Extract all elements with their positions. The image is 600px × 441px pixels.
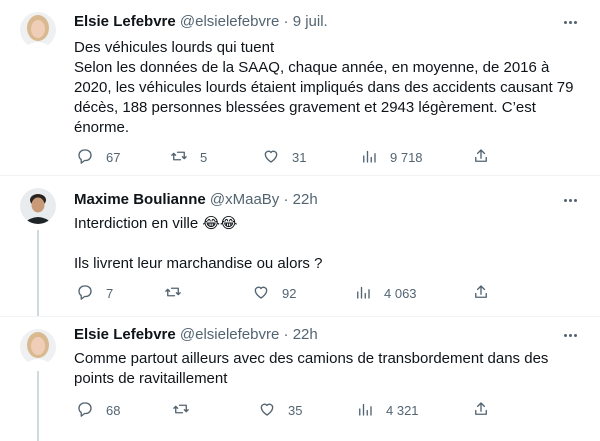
reply-button[interactable]: 7 [76, 284, 113, 304]
like-count: 31 [292, 150, 307, 165]
author-name[interactable]: Maxime Boulianne [74, 191, 206, 208]
like-count: 35 [288, 403, 303, 418]
reply-button[interactable]: 68 [76, 401, 120, 421]
share-icon [472, 147, 490, 170]
tweet-header: Maxime Boulianne @xMaaBy · 22h [74, 190, 318, 210]
avatar[interactable] [20, 329, 56, 365]
retweet-button[interactable] [172, 401, 190, 421]
heart-icon [252, 283, 270, 306]
tweet-actions: 68 35 4 321 [66, 401, 500, 421]
heart-icon [258, 400, 276, 423]
share-icon [472, 400, 490, 423]
retweet-button[interactable] [164, 284, 182, 304]
tweet-header: Elsie Lefebvre @elsielefebvre · 22h [74, 325, 318, 345]
avatar[interactable] [20, 12, 56, 48]
reply-button[interactable]: 67 [76, 148, 120, 168]
retweet-icon [172, 400, 190, 423]
retweet-icon [164, 283, 182, 306]
thread-line [37, 230, 39, 316]
author-name[interactable]: Elsie Lefebvre [74, 326, 176, 343]
views-count: 9 718 [390, 150, 423, 165]
retweet-count: 5 [200, 150, 208, 165]
retweet-button[interactable]: 5 [170, 148, 207, 168]
tweet-actions: 67 5 31 9 718 [66, 148, 500, 168]
tweet-actions: 7 92 4 063 [66, 284, 500, 304]
analytics-icon [356, 400, 374, 423]
views-count: 4 321 [386, 403, 419, 418]
views-button[interactable]: 9 718 [360, 148, 423, 168]
reply-count: 7 [106, 286, 114, 301]
views-button[interactable]: 4 063 [354, 284, 417, 304]
share-icon [472, 283, 490, 306]
thread-line [37, 371, 39, 441]
author-handle[interactable]: @elsielefebvre [180, 13, 279, 30]
share-button[interactable] [472, 148, 490, 168]
more-icon[interactable] [560, 325, 580, 345]
analytics-icon [354, 283, 372, 306]
tweet-2[interactable]: Maxime Boulianne @xMaaBy · 22h Interdict… [0, 176, 600, 316]
views-button[interactable]: 4 321 [356, 401, 419, 421]
tweet-text: Interdiction en ville 😂😂 Ils livrent leu… [74, 215, 323, 272]
like-count: 92 [282, 286, 297, 301]
more-icon[interactable] [560, 190, 580, 210]
heart-icon [262, 147, 280, 170]
separator: · [283, 191, 289, 208]
reply-count: 68 [106, 403, 121, 418]
like-button[interactable]: 35 [258, 401, 302, 421]
like-button[interactable]: 92 [252, 284, 296, 304]
retweet-icon [170, 147, 188, 170]
author-handle[interactable]: @xMaaBy [210, 191, 279, 208]
share-button[interactable] [472, 401, 490, 421]
reply-count: 67 [106, 150, 121, 165]
share-button[interactable] [472, 284, 490, 304]
reply-icon [76, 147, 94, 170]
more-icon[interactable] [560, 12, 580, 32]
views-count: 4 063 [384, 286, 417, 301]
separator: · [283, 13, 289, 30]
tweet-timestamp[interactable]: 9 juil. [293, 13, 328, 30]
author-name[interactable]: Elsie Lefebvre [74, 13, 176, 30]
tweet-timestamp[interactable]: 22h [293, 326, 318, 343]
separator: · [283, 326, 289, 343]
author-handle[interactable]: @elsielefebvre [180, 326, 279, 343]
tweet-3[interactable]: Elsie Lefebvre @elsielefebvre · 22h Comm… [0, 317, 600, 441]
tweet-1[interactable]: Elsie Lefebvre @elsielefebvre · 9 juil. … [0, 0, 600, 175]
avatar[interactable] [20, 188, 56, 224]
tweet-header: Elsie Lefebvre @elsielefebvre · 9 juil. [74, 12, 328, 32]
tweet-text: Des véhicules lourds qui tuent Selon les… [74, 39, 574, 136]
reply-icon [76, 400, 94, 423]
analytics-icon [360, 147, 378, 170]
tweet-timestamp[interactable]: 22h [293, 191, 318, 208]
reply-icon [76, 283, 94, 306]
like-button[interactable]: 31 [262, 148, 306, 168]
tweet-text: Comme partout ailleurs avec des camions … [74, 350, 549, 387]
